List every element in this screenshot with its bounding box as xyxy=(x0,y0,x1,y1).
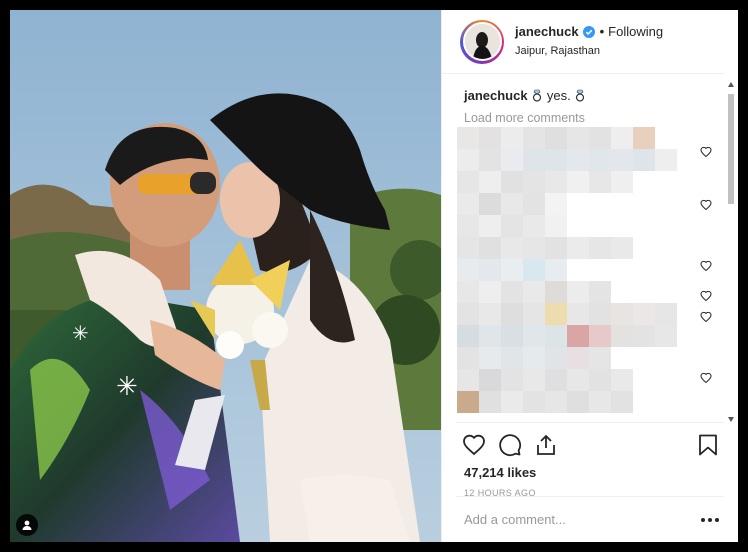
comments-scrollbar[interactable] xyxy=(727,82,735,422)
post-header: janechuck • Following Jaipur, Rajasthan xyxy=(442,10,724,74)
add-comment-bar xyxy=(456,496,724,542)
username-link[interactable]: janechuck xyxy=(515,24,579,40)
ellipsis-icon[interactable] xyxy=(700,517,720,523)
comments-section: janechuck yes. Load more comments xyxy=(454,80,726,420)
post-actions-section: 47,214 likes 12 HOURS AGO xyxy=(456,422,724,498)
avatar[interactable] xyxy=(460,19,504,64)
comment-like-icon[interactable] xyxy=(700,290,712,302)
action-bar xyxy=(456,423,724,467)
svg-text:✳: ✳ xyxy=(72,321,89,345)
comment-like-icon[interactable] xyxy=(700,311,712,323)
following-button[interactable]: Following xyxy=(608,24,663,40)
scroll-down-arrow-icon[interactable] xyxy=(728,417,734,422)
likes-count[interactable]: 47,214 likes xyxy=(456,465,724,480)
comment-input[interactable] xyxy=(464,512,700,527)
post-side-panel: janechuck • Following Jaipur, Rajasthan … xyxy=(441,10,738,542)
svg-text:✳: ✳ xyxy=(116,372,138,402)
load-more-comments-button[interactable]: Load more comments xyxy=(454,103,726,125)
location-link[interactable]: Jaipur, Rajasthan xyxy=(515,43,663,59)
tag-button[interactable] xyxy=(16,514,38,536)
comment-like-icon[interactable] xyxy=(700,146,712,158)
verified-badge-icon xyxy=(582,26,595,38)
ring-emoji-icon xyxy=(576,89,585,102)
comment-like-icon[interactable] xyxy=(700,372,712,384)
avatar-image xyxy=(462,22,502,61)
ring-emoji-icon xyxy=(533,89,542,102)
separator-dot: • xyxy=(599,24,605,39)
caption-text: yes. xyxy=(546,88,571,103)
heart-outline-icon[interactable] xyxy=(462,433,486,457)
scroll-up-arrow-icon[interactable] xyxy=(728,82,734,87)
share-upload-icon[interactable] xyxy=(534,433,558,457)
comment-like-icon[interactable] xyxy=(700,199,712,211)
user-tag-icon xyxy=(22,520,32,530)
instagram-post-modal: ✳ ✳ janechuck • Following Jaipur, Rajast… xyxy=(10,10,738,542)
speech-bubble-icon[interactable] xyxy=(498,433,522,457)
bookmark-icon[interactable] xyxy=(696,433,720,457)
photo-image: ✳ ✳ xyxy=(10,10,441,542)
caption-username[interactable]: janechuck xyxy=(464,88,528,103)
post-photo[interactable]: ✳ ✳ xyxy=(10,10,441,542)
caption: janechuck yes. xyxy=(454,80,726,103)
scrollbar-thumb[interactable] xyxy=(728,94,734,204)
comment-like-icon[interactable] xyxy=(700,260,712,272)
